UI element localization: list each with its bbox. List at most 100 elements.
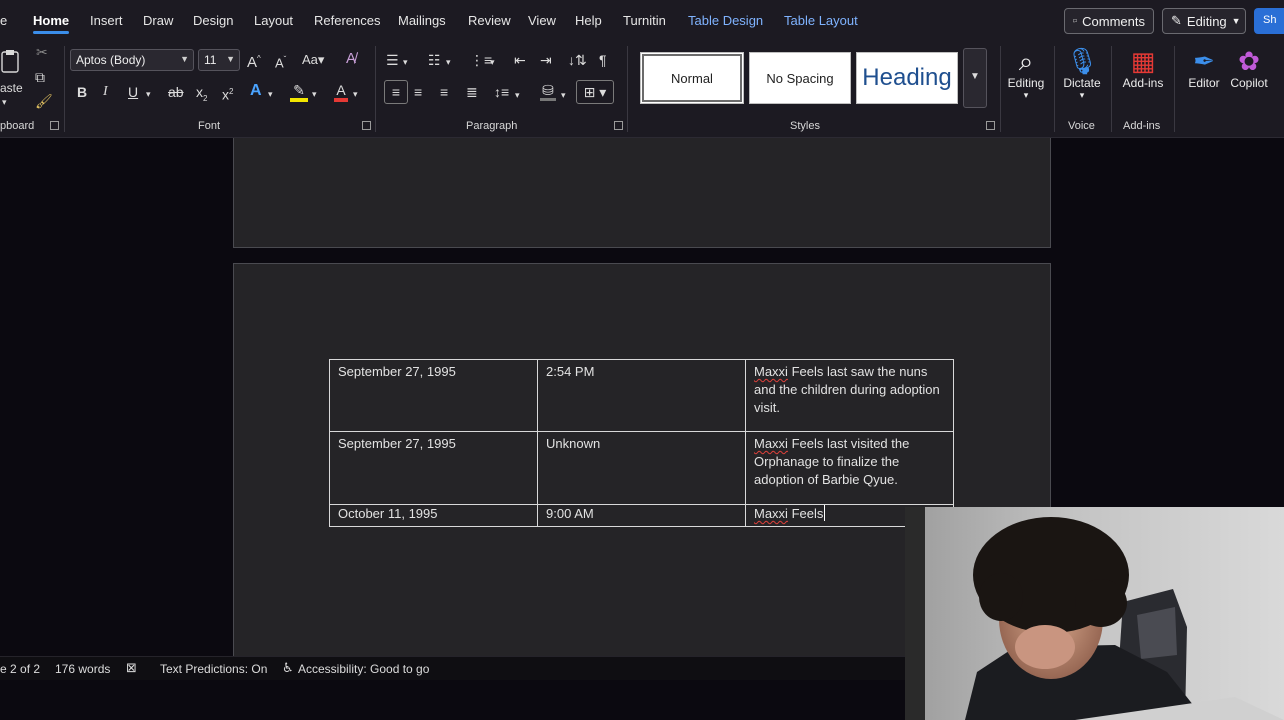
tab-turnitin[interactable]: Turnitin — [623, 13, 666, 28]
highlight-icon[interactable]: ✎ — [290, 82, 308, 102]
tab-home[interactable]: Home — [33, 13, 70, 34]
copilot-button[interactable]: ✿ Copilot — [1219, 44, 1279, 90]
table-cell-date[interactable]: September 27, 1995 — [329, 431, 538, 505]
font-color-chevron-icon[interactable]: ▾ — [353, 86, 358, 102]
table-cell-date[interactable]: September 27, 1995 — [329, 359, 538, 432]
spelling-error[interactable]: Maxxi — [754, 364, 788, 379]
change-case-icon[interactable]: Aa▾ — [302, 52, 324, 68]
proofing-icon[interactable]: ⊠ — [126, 660, 137, 676]
style-normal[interactable]: Normal — [640, 52, 744, 104]
comments-button[interactable]: Comments — [1064, 8, 1154, 34]
text-effects-icon[interactable]: A — [250, 83, 262, 99]
show-formatting-icon[interactable]: ¶ — [599, 52, 607, 68]
tab-review[interactable]: Review — [468, 13, 511, 28]
decrease-indent-icon[interactable]: ⇤ — [514, 52, 526, 68]
underline-chevron-icon[interactable]: ▾ — [146, 86, 151, 102]
numbering-icon[interactable]: ☷ — [428, 52, 441, 68]
tab-file[interactable]: e — [0, 13, 7, 28]
style-heading[interactable]: Heading — [856, 52, 958, 104]
borders-icon[interactable]: ⊞ ▾ — [576, 80, 614, 104]
tab-help[interactable]: Help — [575, 13, 602, 28]
add-ins-button[interactable]: ▦ Add-ins — [1113, 44, 1173, 90]
format-painter-icon[interactable]: 🖌 — [35, 93, 53, 109]
table-cell-description[interactable]: Maxxi Feels last saw the nuns and the ch… — [745, 359, 954, 432]
page-count[interactable]: e 2 of 2 — [0, 662, 40, 676]
timeline-table[interactable]: September 27, 1995 2:54 PM Maxxi Feels l… — [329, 359, 954, 527]
align-left-icon[interactable]: ≡ — [384, 80, 408, 104]
editing-mode-label: Editing — [1186, 13, 1227, 29]
shrink-font-icon[interactable]: Aˇ — [275, 52, 286, 71]
editing-group-button[interactable]: ⌕ Editing ▾ — [996, 44, 1056, 101]
line-spacing-chevron-icon[interactable]: ▾ — [515, 87, 520, 103]
table-cell-time[interactable]: 2:54 PM — [537, 359, 746, 432]
tab-table-design[interactable]: Table Design — [688, 13, 763, 28]
align-right-icon[interactable]: ≡ — [440, 84, 448, 100]
table-row[interactable]: September 27, 1995 Unknown Maxxi Feels l… — [329, 431, 954, 505]
multilevel-list-icon[interactable]: ⋮≡ — [470, 52, 492, 68]
dictate-button[interactable]: 🎙 Dictate ▾ — [1052, 44, 1112, 101]
font-launcher-icon[interactable] — [362, 121, 371, 130]
paste-icon[interactable] — [0, 48, 24, 76]
table-row[interactable]: October 11, 1995 9:00 AM Maxxi Feels — [329, 504, 954, 527]
superscript-icon[interactable]: x2 — [222, 84, 233, 103]
shading-chevron-icon[interactable]: ▾ — [561, 87, 566, 103]
table-cell-time[interactable]: 9:00 AM — [537, 504, 746, 527]
cut-icon[interactable]: ✂ — [36, 44, 48, 60]
increase-indent-icon[interactable]: ⇥ — [540, 52, 552, 68]
multilevel-chevron-icon[interactable]: ▾ — [490, 54, 495, 70]
tab-mailings[interactable]: Mailings — [398, 13, 446, 28]
strikethrough-icon[interactable]: ab — [168, 84, 184, 100]
bold-icon[interactable]: B — [77, 84, 87, 100]
bullets-chevron-icon[interactable]: ▾ — [403, 54, 408, 70]
justify-icon[interactable]: ≣ — [466, 84, 478, 100]
subscript-icon[interactable]: x2 — [196, 84, 207, 107]
accessibility-status[interactable]: Accessibility: Good to go — [298, 662, 429, 676]
ribbon-separator — [64, 46, 65, 132]
paste-chevron-icon[interactable]: ▾ — [2, 94, 7, 110]
style-no-spacing[interactable]: No Spacing — [749, 52, 851, 104]
text-effects-chevron-icon[interactable]: ▾ — [268, 86, 273, 102]
highlight-chevron-icon[interactable]: ▾ — [312, 86, 317, 102]
grow-font-icon[interactable]: A^ — [247, 51, 261, 71]
table-cell-description[interactable]: Maxxi Feels last visited the Orphanage t… — [745, 431, 954, 505]
tab-references[interactable]: References — [314, 13, 380, 28]
accessibility-icon[interactable]: ♿ — [282, 660, 294, 676]
styles-launcher-icon[interactable] — [986, 121, 995, 130]
sort-icon[interactable]: ↓⇅ — [568, 52, 587, 68]
clipboard-launcher-icon[interactable] — [50, 121, 59, 130]
tab-table-layout[interactable]: Table Layout — [784, 13, 858, 28]
numbering-chevron-icon[interactable]: ▾ — [446, 54, 451, 70]
editor-label: Editor — [1188, 76, 1220, 90]
table-cell-time[interactable]: Unknown — [537, 431, 746, 505]
tab-layout[interactable]: Layout — [254, 13, 293, 28]
italic-icon[interactable]: I — [103, 84, 108, 100]
tab-insert[interactable]: Insert — [90, 13, 123, 28]
bullets-icon[interactable]: ☰ — [386, 52, 399, 68]
styles-gallery-more-button[interactable]: ▼ — [963, 48, 987, 108]
underline-icon[interactable]: U — [128, 84, 138, 100]
spelling-error[interactable]: Maxxi — [754, 506, 788, 521]
page-1[interactable] — [233, 138, 1051, 248]
text-cursor — [824, 505, 826, 521]
align-center-icon[interactable]: ≡ — [414, 84, 422, 100]
word-count[interactable]: 176 words — [55, 662, 110, 676]
copy-icon[interactable]: ⧉ — [35, 69, 45, 85]
share-button[interactable]: Sh — [1254, 8, 1284, 34]
paragraph-launcher-icon[interactable] — [614, 121, 623, 130]
tab-view[interactable]: View — [528, 13, 556, 28]
clear-formatting-icon[interactable]: A̸ — [346, 51, 356, 67]
tab-design[interactable]: Design — [193, 13, 233, 28]
font-color-icon[interactable]: A — [334, 82, 348, 102]
style-no-spacing-label: No Spacing — [766, 70, 834, 86]
editing-mode-button[interactable]: ✎ Editing ▼ — [1162, 8, 1246, 34]
line-spacing-icon[interactable]: ↕≡ — [494, 84, 509, 100]
text-predictions-status[interactable]: Text Predictions: On — [160, 662, 267, 676]
spelling-error[interactable]: Maxxi — [754, 436, 788, 451]
tab-draw[interactable]: Draw — [143, 13, 173, 28]
table-cell-date[interactable]: October 11, 1995 — [329, 504, 538, 527]
word-window: e Home Insert Draw Design Layout Referen… — [0, 0, 1284, 720]
font-name-combo[interactable]: Aptos (Body) ▼ — [70, 49, 194, 71]
font-size-combo[interactable]: 11 ▼ — [198, 49, 240, 71]
shading-icon[interactable]: ⛁ — [540, 82, 556, 101]
table-row[interactable]: September 27, 1995 2:54 PM Maxxi Feels l… — [329, 359, 954, 432]
